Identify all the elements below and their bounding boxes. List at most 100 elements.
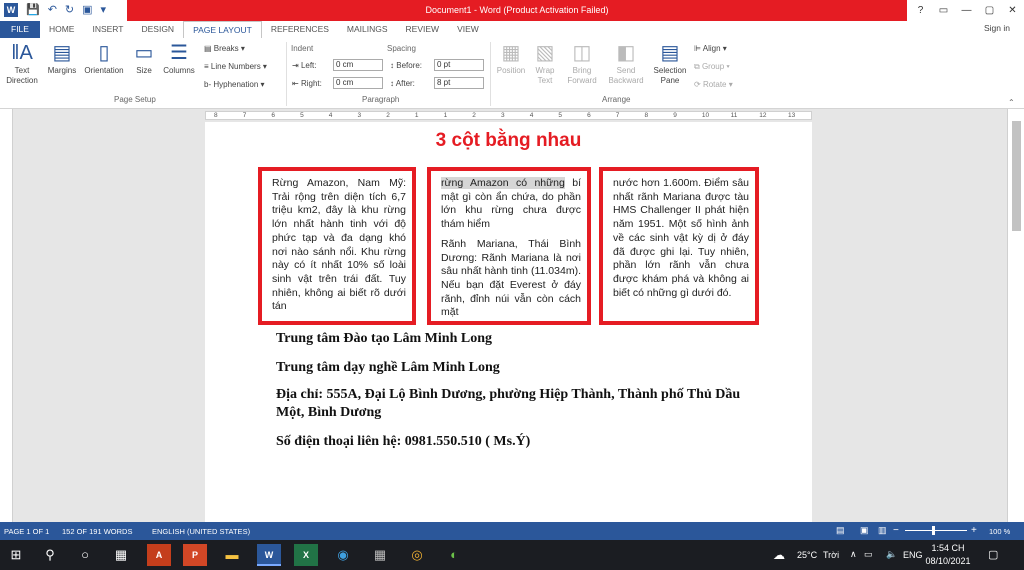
column-2-paragraph-2: Rãnh Mariana, Thái Bình Dương: Rãnh Mari… bbox=[441, 237, 581, 319]
column-2-text[interactable]: rừng Amazon có những bí mật gì còn ẩn ch… bbox=[441, 177, 581, 321]
close-button[interactable]: ✕ bbox=[1001, 0, 1024, 21]
app-icon[interactable]: ◐ bbox=[442, 544, 466, 566]
customize-qat-icon[interactable]: ▾ bbox=[101, 3, 107, 17]
chrome-browser-icon[interactable]: ◎ bbox=[405, 544, 429, 566]
notifications-icon[interactable]: ▢ bbox=[988, 548, 998, 561]
ribbon: ‖A Text Direction ▤ Margins ▯ Orientatio… bbox=[0, 38, 1024, 109]
undo-icon[interactable]: ↶ bbox=[48, 3, 57, 17]
tab-insert[interactable]: INSERT bbox=[83, 21, 132, 38]
indent-right-icon: ⇤ bbox=[292, 79, 301, 88]
send-backward-button[interactable]: ◧ Send Backward bbox=[604, 42, 648, 86]
zoom-in-icon[interactable]: + bbox=[971, 525, 977, 536]
indent-left-label: ⇥ Left: bbox=[292, 61, 317, 70]
position-button[interactable]: ▦ Position bbox=[494, 42, 528, 76]
tab-home[interactable]: HOME bbox=[40, 21, 84, 38]
size-button[interactable]: ▭ Size bbox=[131, 42, 157, 76]
save-icon[interactable]: 💾 bbox=[26, 3, 40, 17]
column-1-text[interactable]: Rừng Amazon, Nam Mỹ: Trải rộng trên diện… bbox=[272, 177, 406, 314]
print-layout-icon[interactable]: ▣ bbox=[860, 525, 869, 536]
window-title: Document1 - Word (Product Activation Fai… bbox=[425, 5, 609, 15]
zoom-level[interactable]: 100 % bbox=[989, 527, 1010, 536]
ribbon-tabs: FILE HOME INSERT DESIGN PAGE LAYOUT REFE… bbox=[0, 21, 1024, 39]
indent-left-field[interactable]: 0 cm bbox=[333, 59, 383, 71]
network-icon[interactable]: ▭ bbox=[864, 549, 873, 560]
body-line-2[interactable]: Trung tâm dạy nghề Lâm Minh Long bbox=[276, 359, 500, 377]
collapse-ribbon-icon[interactable]: ⌃ bbox=[1008, 98, 1015, 107]
tab-file[interactable]: FILE bbox=[0, 21, 40, 38]
arrange-group-label: Arrange bbox=[602, 95, 631, 104]
powerpoint-app-icon[interactable]: P bbox=[183, 544, 207, 566]
maximize-button[interactable]: ▢ bbox=[978, 0, 1001, 21]
breaks-button[interactable]: ▤ Breaks ▾ bbox=[204, 44, 245, 53]
align-button[interactable]: ⊫ Align ▾ bbox=[694, 44, 727, 53]
input-language[interactable]: ENG bbox=[903, 550, 923, 560]
page[interactable]: 3 cột bằng nhau Rừng Amazon, Nam Mỹ: Trả… bbox=[205, 122, 812, 522]
scrollbar-thumb[interactable] bbox=[1012, 121, 1021, 231]
show-hidden-icons-icon[interactable]: ∧ bbox=[850, 549, 857, 560]
language-indicator[interactable]: ENGLISH (UNITED STATES) bbox=[152, 527, 250, 536]
edge-browser-icon[interactable]: ◉ bbox=[331, 544, 355, 566]
zoom-slider-thumb[interactable] bbox=[932, 526, 935, 535]
weather-description[interactable]: Trời bbox=[823, 550, 839, 560]
spacing-before-field[interactable]: 0 pt bbox=[434, 59, 484, 71]
wrap-text-button[interactable]: ▧ Wrap Text bbox=[530, 42, 560, 86]
line-numbers-button[interactable]: ≡ Line Numbers ▾ bbox=[204, 62, 267, 71]
body-line-1[interactable]: Trung tâm Đào tạo Lâm Minh Long bbox=[276, 330, 492, 348]
margins-button[interactable]: ▤ Margins bbox=[45, 42, 79, 76]
widgets-icon[interactable]: ▦ bbox=[109, 544, 133, 566]
orientation-button[interactable]: ▯ Orientation bbox=[80, 42, 128, 76]
print-icon[interactable]: ▣ bbox=[82, 3, 92, 17]
paragraph-group-label: Paragraph bbox=[362, 95, 400, 104]
minimize-button[interactable]: — bbox=[955, 0, 978, 21]
excel-app-icon[interactable]: X bbox=[294, 544, 318, 566]
tab-page-layout[interactable]: PAGE LAYOUT bbox=[183, 21, 262, 39]
clock-date[interactable]: 08/10/2021 bbox=[922, 556, 974, 566]
web-layout-icon[interactable]: ▥ bbox=[878, 525, 887, 536]
calculator-icon[interactable]: ▦ bbox=[368, 544, 392, 566]
selection-pane-button[interactable]: ▤ Selection Pane bbox=[650, 42, 690, 86]
ruler-tick-label: 8 bbox=[214, 112, 218, 119]
ruler-tick-label: 3 bbox=[357, 112, 362, 119]
read-mode-icon[interactable]: ▤ bbox=[836, 525, 845, 536]
hyphenation-button[interactable]: b‑ Hyphenation ▾ bbox=[204, 80, 265, 89]
body-line-3[interactable]: Địa chỉ: 555A, Đại Lộ Bình Dương, phường… bbox=[276, 386, 756, 422]
zoom-slider[interactable] bbox=[905, 530, 967, 531]
page-count[interactable]: PAGE 1 OF 1 bbox=[4, 527, 49, 536]
bring-forward-button[interactable]: ◫ Bring Forward bbox=[562, 42, 602, 86]
rotate-button[interactable]: ⟳ Rotate ▾ bbox=[694, 80, 733, 89]
tab-mailings[interactable]: MAILINGS bbox=[338, 21, 397, 38]
spacing-after-field[interactable]: 8 pt bbox=[434, 77, 484, 89]
spacing-label: Spacing bbox=[387, 44, 416, 53]
help-button[interactable]: ? bbox=[909, 0, 932, 21]
horizontal-ruler[interactable]: 8 7 6 5 4 3 2 1 1 2 3 4 5 6 7 8 9 10 11 12 13 bbox=[205, 111, 812, 120]
tab-references[interactable]: REFERENCES bbox=[262, 21, 338, 38]
tab-design[interactable]: DESIGN bbox=[132, 21, 183, 38]
ruler-tick-label: 6 bbox=[271, 112, 276, 119]
tab-view[interactable]: VIEW bbox=[448, 21, 488, 38]
column-3-text[interactable]: nước hơn 1.600m. Điểm sâu nhất rãnh Mari… bbox=[613, 177, 749, 300]
volume-icon[interactable]: 🔈 bbox=[886, 549, 897, 560]
indent-right-field[interactable]: 0 cm bbox=[333, 77, 383, 89]
status-bar: PAGE 1 OF 1 152 OF 191 WORDS ENGLISH (UN… bbox=[0, 522, 1024, 540]
zoom-out-icon[interactable]: − bbox=[893, 525, 899, 536]
task-view-icon[interactable]: ○ bbox=[73, 544, 97, 566]
text-direction-button[interactable]: ‖A Text Direction bbox=[4, 42, 40, 86]
vertical-scrollbar[interactable] bbox=[1007, 109, 1024, 522]
windows-start-icon[interactable]: ⊞ bbox=[4, 544, 28, 566]
body-line-4[interactable]: Số điện thoại liên hệ: 0981.550.510 ( Ms… bbox=[276, 433, 530, 451]
sign-in-link[interactable]: Sign in bbox=[984, 23, 1010, 33]
weather-icon[interactable]: ☁ bbox=[773, 548, 785, 562]
redo-icon[interactable]: ↻ bbox=[65, 3, 74, 17]
clock-time[interactable]: 1:54 CH bbox=[928, 543, 968, 553]
word-count[interactable]: 152 OF 191 WORDS bbox=[62, 527, 132, 536]
group-button[interactable]: ⧉ Group ▾ bbox=[694, 62, 730, 72]
file-explorer-icon[interactable]: ▬ bbox=[220, 544, 244, 566]
word-app-icon[interactable]: W bbox=[257, 544, 281, 566]
search-icon[interactable]: ⚲ bbox=[38, 544, 62, 566]
columns-button[interactable]: ☰ Columns bbox=[160, 42, 198, 76]
access-app-icon[interactable]: A bbox=[147, 544, 171, 566]
ribbon-display-button[interactable]: ▭ bbox=[932, 0, 955, 21]
tab-review[interactable]: REVIEW bbox=[397, 21, 449, 38]
ruler-tick-label: 6 bbox=[587, 112, 591, 119]
weather-temperature[interactable]: 25°C bbox=[797, 550, 817, 560]
